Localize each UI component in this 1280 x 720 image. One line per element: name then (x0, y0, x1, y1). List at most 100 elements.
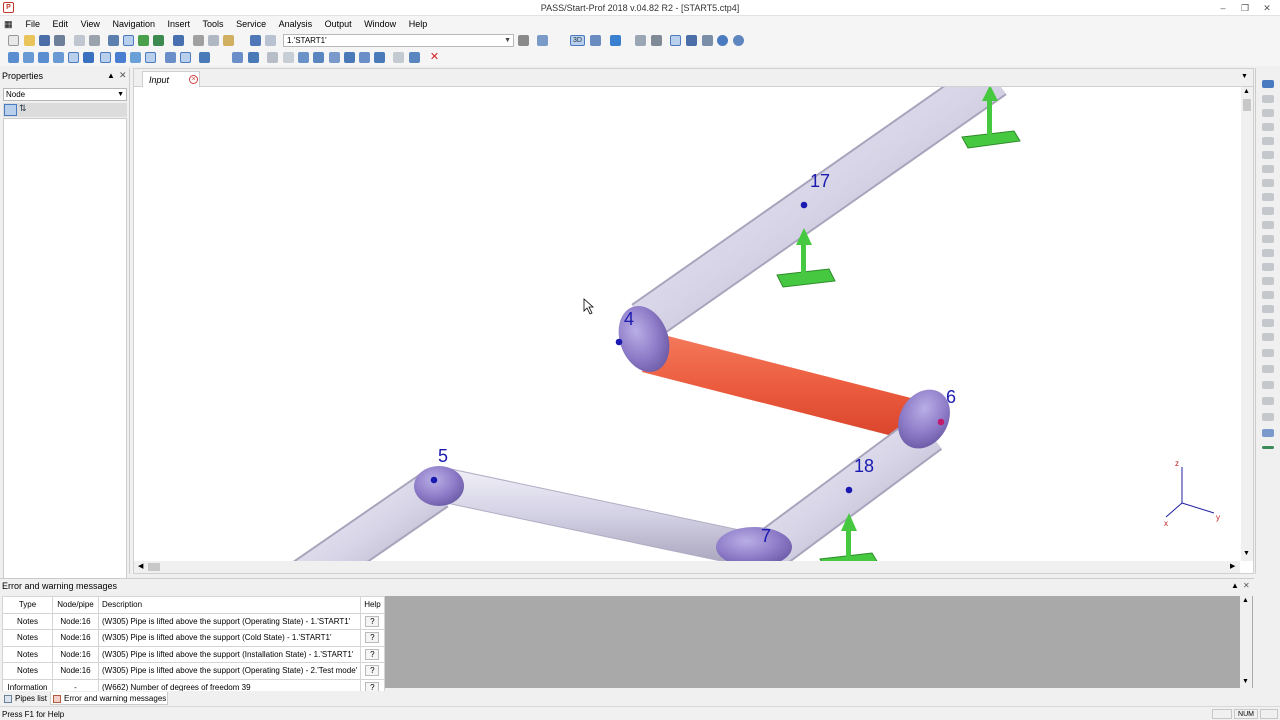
add-tee-icon[interactable] (38, 52, 49, 63)
undo-icon[interactable] (250, 35, 261, 46)
flange-icon[interactable] (359, 52, 370, 63)
show-bends-icon[interactable] (1262, 109, 1274, 117)
redo-icon[interactable] (265, 35, 276, 46)
show-nodes-icon[interactable] (1262, 277, 1274, 285)
add-reducer-icon[interactable] (53, 52, 64, 63)
renumber-icon[interactable] (409, 52, 420, 63)
scroll-up-icon[interactable]: ▲ (1243, 88, 1250, 95)
viewport-vertical-scrollbar[interactable]: ▲ ▼ (1241, 87, 1253, 561)
sort-az-icon[interactable]: ⇅ (19, 103, 27, 114)
object-type-select[interactable]: Node ▼ (3, 88, 127, 101)
show-deformation-icon[interactable] (1262, 413, 1274, 421)
messages-scroll-up-icon[interactable]: ▲ (1242, 597, 1249, 604)
bend-node-5[interactable] (414, 466, 464, 506)
viewport-horizontal-scrollbar[interactable]: ◀ ▶ (134, 561, 1240, 573)
node-dot-18[interactable] (845, 486, 853, 494)
show-grid-icon[interactable] (1262, 333, 1274, 341)
show-stress-icon[interactable] (1262, 397, 1274, 405)
node-dot-6[interactable] (937, 418, 945, 426)
branch-icon[interactable] (100, 52, 111, 63)
show-coordinates-icon[interactable] (1262, 365, 1274, 373)
copy-node-icon[interactable] (165, 52, 176, 63)
add-pipe-icon[interactable] (8, 52, 19, 63)
panel-close-icon[interactable]: ✕ (119, 70, 127, 81)
grid-view-icon[interactable] (108, 35, 119, 46)
valve-icon[interactable] (344, 52, 355, 63)
node-dot-17[interactable] (800, 201, 808, 209)
table-row[interactable]: Notes Node:16 (W305) Pipe is lifted abov… (2, 645, 385, 663)
vertical-scroll-thumb[interactable] (1243, 99, 1251, 111)
zoom-extents-icon[interactable] (651, 35, 662, 46)
menu-output[interactable]: Output (320, 16, 357, 32)
pan-icon[interactable] (686, 35, 697, 46)
menu-navigation[interactable]: Navigation (107, 16, 160, 32)
help-button[interactable]: ? (365, 632, 380, 644)
save-icon[interactable] (39, 35, 50, 46)
show-anchors-icon[interactable] (1262, 207, 1274, 215)
show-supports-icon[interactable] (1262, 137, 1274, 145)
show-springs-icon[interactable] (1262, 249, 1274, 257)
close-icon[interactable]: ✕ (1260, 2, 1274, 14)
table-row[interactable]: Notes Node:16 (W305) Pipe is lifted abov… (2, 629, 385, 647)
pin-icon[interactable]: ▲ (107, 71, 115, 80)
angle-icon[interactable] (374, 52, 385, 63)
save-all-icon[interactable] (54, 35, 65, 46)
show-labels-icon[interactable] (1262, 291, 1274, 299)
copy-icon[interactable] (208, 35, 219, 46)
select-pointer-icon[interactable] (670, 35, 681, 46)
calculator-icon[interactable] (173, 35, 184, 46)
messages-scroll-down-icon[interactable]: ▼ (1242, 678, 1249, 685)
cut-icon[interactable] (193, 35, 204, 46)
messages-close-icon[interactable]: ✕ (1243, 581, 1250, 590)
help-button[interactable]: ? (365, 615, 380, 627)
results-icon[interactable] (153, 35, 164, 46)
scroll-down-icon[interactable]: ▼ (1243, 550, 1250, 557)
tab-pipes-list[interactable]: Pipes list (2, 692, 50, 705)
run-analysis-icon[interactable] (138, 35, 149, 46)
check-icon[interactable] (393, 52, 404, 63)
insert-node-icon[interactable] (83, 52, 94, 63)
paste-icon[interactable] (223, 35, 234, 46)
join-icon[interactable] (130, 52, 141, 63)
menu-edit[interactable]: Edit (48, 16, 74, 32)
col-type[interactable]: Type (2, 596, 53, 614)
support-icon[interactable] (298, 52, 309, 63)
refresh-icon[interactable] (733, 35, 744, 46)
move-node-icon[interactable] (145, 52, 156, 63)
zoom-icon[interactable] (702, 35, 713, 46)
3d-mode-icon[interactable]: 3D (570, 35, 585, 46)
measure-icon[interactable] (267, 52, 278, 63)
show-pipes-icon[interactable] (1262, 95, 1274, 103)
show-joints-icon[interactable] (1262, 193, 1274, 201)
expansion-joint-icon[interactable] (329, 52, 340, 63)
lock-view-icon[interactable] (1262, 429, 1274, 437)
show-flanges-icon[interactable] (1262, 165, 1274, 173)
tab-close-icon[interactable]: × (189, 75, 198, 84)
menu-view[interactable]: View (76, 16, 105, 32)
col-description[interactable]: Description (97, 596, 362, 614)
load-case-combo[interactable]: 1.'START1' ▼ (283, 34, 514, 47)
input-view-icon[interactable] (123, 35, 134, 46)
new-file-icon[interactable] (8, 35, 19, 46)
pipe-5-left[interactable] (292, 470, 449, 561)
minimize-icon[interactable]: – (1216, 2, 1230, 14)
layers-icon[interactable] (537, 35, 548, 46)
show-valves-icon[interactable] (1262, 151, 1274, 159)
show-tees-icon[interactable] (1262, 123, 1274, 131)
scroll-left-icon[interactable]: ◀ (138, 562, 143, 570)
categorized-icon[interactable] (4, 104, 17, 116)
node-dot-5[interactable] (430, 476, 438, 484)
cube-view-icon[interactable] (610, 35, 621, 46)
menu-window[interactable]: Window (359, 16, 401, 32)
messages-scrollbar[interactable]: ▲ ▼ (1240, 596, 1252, 688)
tab-list-icon[interactable]: ▼ (1241, 73, 1248, 80)
pipe-4-17[interactable] (631, 87, 1007, 341)
show-loads-icon[interactable] (1262, 235, 1274, 243)
group-icon[interactable] (232, 52, 243, 63)
model-3d-viewport[interactable]: 17 4 6 5 18 7 z x y (134, 87, 1240, 561)
rotate-icon[interactable] (717, 35, 728, 46)
print-preview-icon[interactable] (74, 35, 85, 46)
show-hangers-icon[interactable] (1262, 179, 1274, 187)
help-button[interactable]: ? (365, 665, 380, 677)
binoculars-icon[interactable] (590, 35, 601, 46)
